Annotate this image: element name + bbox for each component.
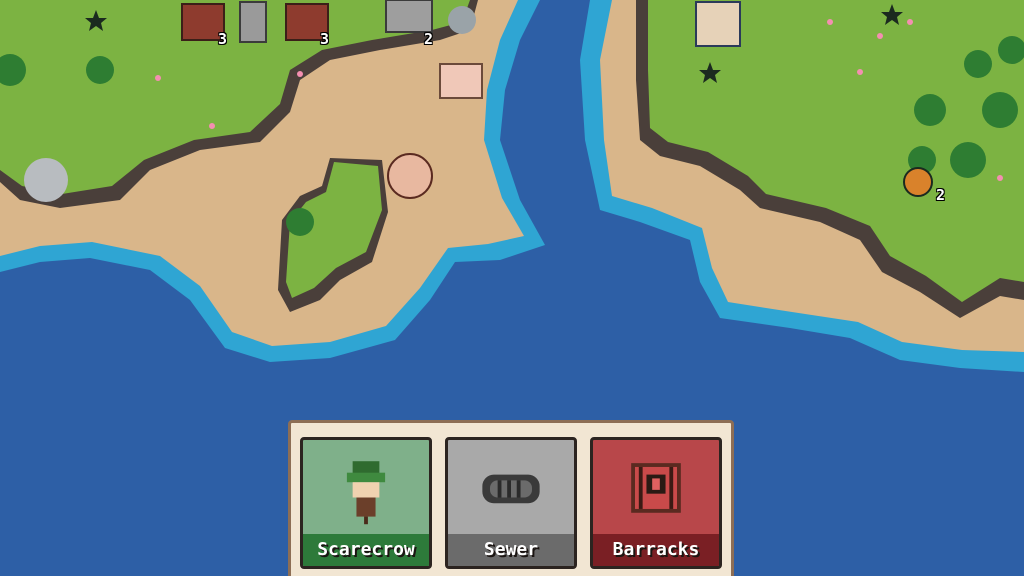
game-viewport[interactable]: 3 3 2 2 Scarecrow Sewer Barracks	[0, 0, 1024, 576]
boulder	[24, 158, 68, 202]
barracks-icon	[631, 463, 681, 513]
gate-count: 2	[424, 30, 434, 48]
barracks-card[interactable]: Barracks	[590, 437, 722, 569]
sewer-grate-icon	[482, 474, 540, 504]
sewer-card[interactable]: Sewer	[445, 437, 577, 569]
scarecrow-icon	[346, 461, 386, 525]
boulder	[448, 6, 476, 34]
build-menu-panel: Scarecrow Sewer Barracks	[288, 420, 734, 576]
sewer-label: Sewer	[448, 534, 574, 566]
crate-right-count: 3	[320, 30, 330, 48]
scarecrow-post[interactable]	[239, 1, 267, 43]
scarecrow-label: Scarecrow	[303, 534, 429, 566]
bush-count: 2	[936, 186, 946, 204]
barracks-label: Barracks	[593, 534, 719, 566]
crate-left-count: 3	[218, 30, 228, 48]
berry-bush[interactable]	[903, 167, 933, 197]
placement-marker[interactable]	[387, 153, 433, 199]
market-stall[interactable]	[439, 63, 483, 99]
house[interactable]	[695, 1, 741, 47]
scarecrow-card[interactable]: Scarecrow	[300, 437, 432, 569]
stone-gate[interactable]	[385, 0, 433, 33]
